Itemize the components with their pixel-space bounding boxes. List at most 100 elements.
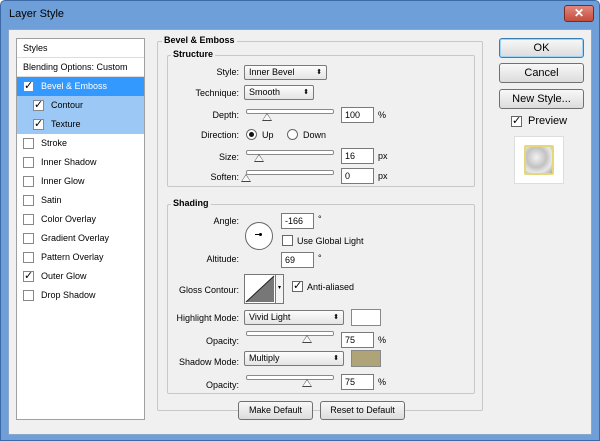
title-bar[interactable]: Layer Style ✕	[1, 1, 599, 29]
depth-slider-track[interactable]	[246, 109, 334, 114]
highlight-mode-dropdown[interactable]: Vivid Light ⬍	[244, 310, 344, 325]
technique-dropdown[interactable]: Smooth ⬍	[244, 85, 314, 100]
style-preview-thumbnail	[514, 136, 564, 184]
style-item-checkbox[interactable]	[23, 233, 34, 244]
new-style-button[interactable]: New Style...	[499, 89, 584, 109]
direction-down-label: Down	[303, 130, 327, 140]
style-item-inner-shadow[interactable]: Inner Shadow	[17, 153, 144, 172]
highlight-color-swatch[interactable]	[351, 309, 381, 326]
style-item-label: Texture	[51, 119, 81, 129]
style-item-label: Contour	[51, 100, 84, 110]
shadow-opacity-input[interactable]: 75	[341, 374, 374, 390]
style-item-contour[interactable]: ✓ Contour	[17, 96, 144, 115]
style-item-bevel-emboss[interactable]: ✓ Bevel & Emboss	[17, 77, 144, 96]
style-item-inner-glow[interactable]: Inner Glow	[17, 172, 144, 191]
style-item-stroke[interactable]: Stroke	[17, 134, 144, 153]
dropdown-arrows-icon: ⬍	[333, 314, 339, 321]
dialog-body: Styles Blending Options: Custom ✓ Bevel &…	[8, 29, 592, 435]
style-item-checkbox[interactable]	[23, 252, 34, 263]
direction-label: Direction:	[200, 130, 239, 140]
style-item-gradient-overlay[interactable]: Gradient Overlay	[17, 229, 144, 248]
shadow-opacity-slider-track[interactable]	[246, 375, 334, 380]
style-item-checkbox[interactable]	[23, 176, 34, 187]
style-item-checkbox[interactable]	[23, 195, 34, 206]
style-item-pattern-overlay[interactable]: Pattern Overlay	[17, 248, 144, 267]
dropdown-arrows-icon: ⬍	[333, 355, 339, 362]
shadow-opacity-label: Opacity:	[205, 380, 239, 390]
depth-unit: %	[378, 110, 387, 120]
style-item-label: Stroke	[41, 138, 68, 148]
contour-curve-icon	[245, 275, 275, 303]
highlight-opacity-input[interactable]: 75	[341, 332, 374, 348]
soften-slider-track[interactable]	[246, 170, 334, 175]
style-item-checkbox[interactable]	[23, 157, 34, 168]
highlight-mode-value: Vivid Light	[249, 312, 291, 322]
direction-down-radio[interactable]	[287, 129, 298, 140]
gloss-contour-preview[interactable]	[244, 274, 276, 304]
window-title: Layer Style	[9, 8, 65, 20]
anti-aliased-checkbox[interactable]: ✓	[292, 281, 303, 292]
shadow-mode-dropdown[interactable]: Multiply ⬍	[244, 351, 344, 366]
style-item-checkbox[interactable]	[23, 138, 34, 149]
style-item-label: Satin	[41, 195, 62, 205]
reset-to-default-button[interactable]: Reset to Default	[320, 401, 405, 420]
styles-header[interactable]: Styles	[17, 39, 144, 58]
size-input[interactable]: 16	[341, 148, 374, 164]
dropdown-arrows-icon: ⬍	[303, 89, 309, 96]
shadow-color-swatch[interactable]	[351, 350, 381, 367]
style-label: Style:	[216, 67, 239, 77]
style-item-checkbox[interactable]	[23, 214, 34, 225]
angle-input[interactable]: -166	[281, 213, 314, 229]
technique-value: Smooth	[249, 87, 281, 97]
highlight-opacity-unit: %	[378, 335, 387, 345]
style-item-drop-shadow[interactable]: Drop Shadow	[17, 286, 144, 305]
altitude-label: Altitude:	[206, 254, 239, 264]
gloss-contour-dropdown-button[interactable]: ▾	[276, 274, 284, 304]
preview-checkbox[interactable]: ✓	[511, 116, 522, 127]
soften-input[interactable]: 0	[341, 168, 374, 184]
ok-button[interactable]: OK	[499, 38, 584, 58]
style-item-label: Outer Glow	[41, 271, 87, 281]
make-default-button[interactable]: Make Default	[238, 401, 313, 420]
styles-list: Styles Blending Options: Custom ✓ Bevel &…	[16, 38, 145, 420]
shadow-mode-label: Shadow Mode:	[178, 357, 239, 367]
highlight-opacity-label: Opacity:	[205, 336, 239, 346]
altitude-input[interactable]: 69	[281, 252, 314, 268]
size-unit: px	[378, 151, 388, 161]
shadow-opacity-slider-thumb[interactable]	[302, 379, 312, 387]
depth-slider-thumb[interactable]	[262, 113, 272, 121]
style-item-checkbox[interactable]	[23, 290, 34, 301]
style-item-texture[interactable]: ✓ Texture	[17, 115, 144, 134]
soften-slider-thumb[interactable]	[241, 174, 251, 182]
style-item-label: Gradient Overlay	[41, 233, 110, 243]
style-item-label: Color Overlay	[41, 214, 97, 224]
preview-swatch	[524, 145, 554, 175]
direction-up-radio[interactable]	[246, 129, 257, 140]
style-item-label: Pattern Overlay	[41, 252, 104, 262]
shading-title: Shading	[171, 198, 211, 208]
blending-options-item[interactable]: Blending Options: Custom	[17, 58, 144, 77]
style-dropdown[interactable]: Inner Bevel ⬍	[244, 65, 327, 80]
shadow-opacity-unit: %	[378, 377, 387, 387]
style-item-color-overlay[interactable]: Color Overlay	[17, 210, 144, 229]
technique-label: Technique:	[195, 88, 239, 98]
highlight-opacity-slider-thumb[interactable]	[302, 335, 312, 343]
style-value: Inner Bevel	[249, 67, 295, 77]
highlight-opacity-slider-track[interactable]	[246, 331, 334, 336]
close-button[interactable]: ✕	[564, 5, 594, 22]
direction-up-label: Up	[262, 130, 274, 140]
angle-dial[interactable]	[245, 222, 273, 250]
size-slider-thumb[interactable]	[254, 154, 264, 162]
style-item-checkbox[interactable]: ✓	[23, 81, 34, 92]
depth-input[interactable]: 100	[341, 107, 374, 123]
style-item-checkbox[interactable]: ✓	[23, 271, 34, 282]
style-item-label: Inner Glow	[41, 176, 85, 186]
style-item-outer-glow[interactable]: ✓ Outer Glow	[17, 267, 144, 286]
depth-label: Depth:	[212, 110, 239, 120]
cancel-button[interactable]: Cancel	[499, 63, 584, 83]
size-label: Size:	[218, 152, 239, 162]
style-item-checkbox[interactable]: ✓	[33, 119, 44, 130]
use-global-light-checkbox[interactable]	[282, 235, 293, 246]
style-item-satin[interactable]: Satin	[17, 191, 144, 210]
style-item-checkbox[interactable]: ✓	[33, 100, 44, 111]
